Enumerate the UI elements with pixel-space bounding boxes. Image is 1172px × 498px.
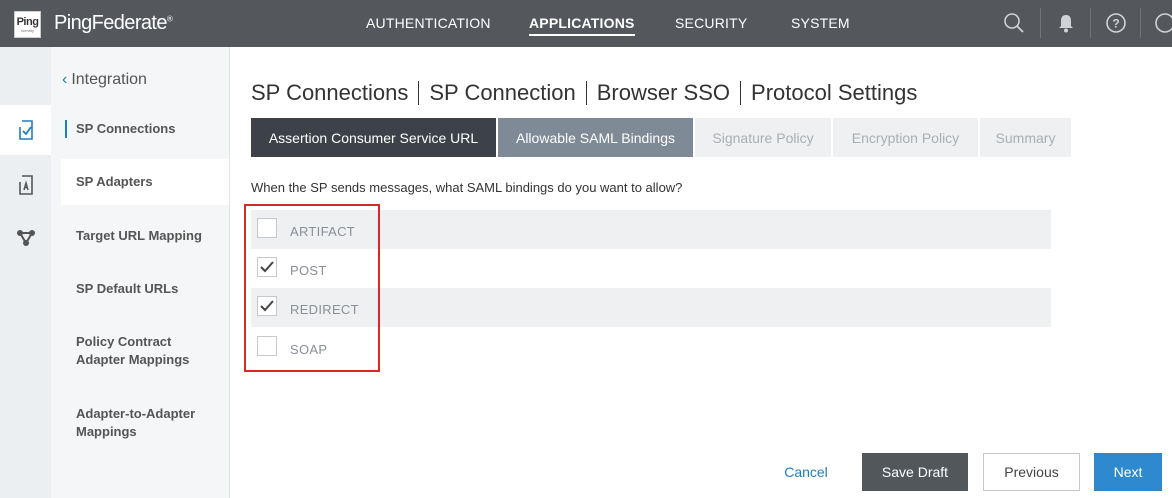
back-to-integration-link[interactable]: ‹ Integration xyxy=(62,71,147,89)
chevron-left-icon: ‹ xyxy=(62,71,68,88)
nav-applications[interactable]: APPLICATIONS xyxy=(529,15,635,36)
breadcrumb-protocol-settings: Protocol Settings xyxy=(751,80,918,105)
federation-icon xyxy=(16,230,35,246)
product-name-text: PingFederate xyxy=(54,12,167,34)
wizard-tabs: Assertion Consumer Service URL Allowable… xyxy=(251,118,1073,157)
subnav-item-sp-connections[interactable]: SP Connections xyxy=(61,120,229,138)
breadcrumb-browser-sso[interactable]: Browser SSO xyxy=(597,80,730,106)
nav-divider xyxy=(1090,8,1091,38)
svg-text:?: ? xyxy=(1112,17,1119,31)
ping-identity-logo[interactable]: Ping Identity xyxy=(14,11,41,38)
user-icon[interactable] xyxy=(1154,12,1172,34)
icon-rail xyxy=(0,47,51,498)
integration-subnav: ‹ Integration SP Connections SP Adapters … xyxy=(51,47,230,498)
tab-allowable-saml-bindings[interactable]: Allowable SAML Bindings xyxy=(498,118,693,157)
logo-subtext: Identity xyxy=(21,27,34,33)
rail-sp-adapters[interactable] xyxy=(0,160,51,210)
subnav-item-policy-contract-adapter-mappings[interactable]: Policy Contract Adapter Mappings xyxy=(61,333,211,369)
nav-divider xyxy=(1140,8,1141,38)
subnav-item-target-url-mapping[interactable]: Target URL Mapping xyxy=(61,227,229,245)
subnav-item-sp-default-urls[interactable]: SP Default URLs xyxy=(61,280,229,298)
bindings-question: When the SP sends messages, what SAML bi… xyxy=(251,180,683,195)
breadcrumb-sp-connection[interactable]: SP Connection xyxy=(429,80,575,106)
cancel-button[interactable]: Cancel xyxy=(773,453,839,491)
annotation-highlight-box xyxy=(244,204,380,372)
logo-text: Ping xyxy=(16,15,39,28)
tab-summary: Summary xyxy=(980,118,1071,157)
nav-system[interactable]: SYSTEM xyxy=(791,15,850,31)
subnav-item-sp-adapters[interactable]: SP Adapters xyxy=(61,159,229,205)
save-draft-button[interactable]: Save Draft xyxy=(862,453,968,491)
subnav-item-adapter-to-adapter-mappings[interactable]: Adapter-to-Adapter Mappings xyxy=(61,405,211,441)
nav-security[interactable]: SECURITY xyxy=(675,15,747,31)
previous-button[interactable]: Previous xyxy=(983,453,1080,491)
sp-adapters-icon xyxy=(18,175,33,195)
nav-authentication[interactable]: AUTHENTICATION xyxy=(366,15,491,31)
search-icon[interactable] xyxy=(1003,12,1025,34)
back-label: Integration xyxy=(71,71,147,88)
bell-icon[interactable] xyxy=(1055,12,1077,34)
registered-mark: ® xyxy=(166,14,173,24)
rail-federation[interactable] xyxy=(0,213,51,263)
tab-assertion-consumer-service-url[interactable]: Assertion Consumer Service URL xyxy=(251,118,496,157)
breadcrumb-divider xyxy=(585,81,587,105)
breadcrumb-sp-connections[interactable]: SP Connections xyxy=(251,80,408,106)
product-name: PingFederate® xyxy=(54,12,173,35)
top-navigation-bar: Ping Identity PingFederate® AUTHENTICATI… xyxy=(0,0,1172,47)
help-icon[interactable]: ? xyxy=(1105,12,1127,34)
tab-encryption-policy: Encryption Policy xyxy=(833,118,978,157)
sp-connections-icon xyxy=(18,120,33,140)
breadcrumb: SP Connections SP Connection Browser SSO… xyxy=(251,80,917,106)
breadcrumb-divider xyxy=(740,81,742,105)
tab-signature-policy: Signature Policy xyxy=(695,118,831,157)
rail-sp-connections[interactable] xyxy=(0,105,51,155)
breadcrumb-divider xyxy=(418,81,420,105)
next-button[interactable]: Next xyxy=(1094,453,1162,491)
nav-divider xyxy=(1040,8,1041,38)
